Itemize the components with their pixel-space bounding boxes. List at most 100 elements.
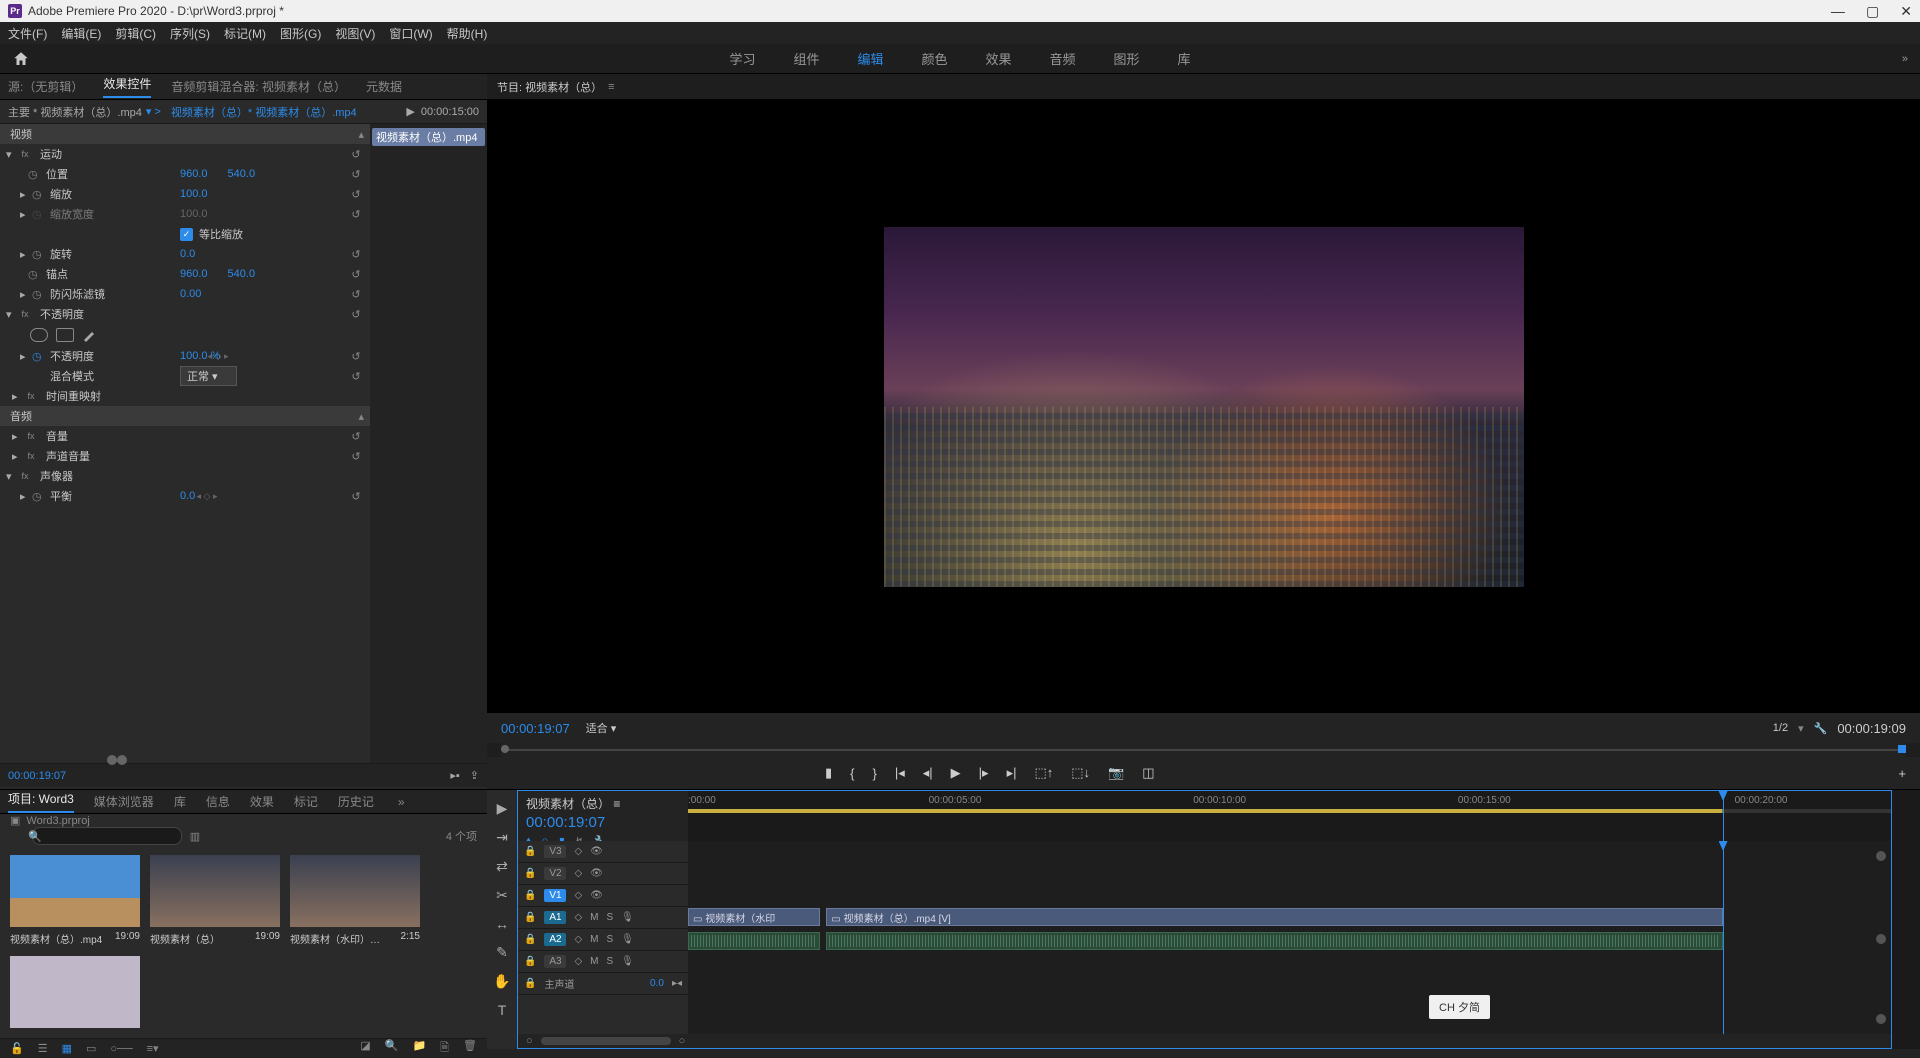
bin-icon[interactable]: ▣ [10,814,20,827]
eye-icon[interactable]: 👁 [590,890,603,901]
menu-window[interactable]: 窗口(W) [389,25,432,42]
lift-icon[interactable]: ⬚↑ [1034,765,1053,781]
tab-overflow-icon[interactable]: » [398,795,405,809]
stopwatch-icon[interactable]: ◷ [32,350,46,363]
filter-icon[interactable]: ▥ [190,830,200,843]
fx-opacity-section[interactable]: 不透明度 [40,306,84,322]
caret-icon[interactable] [20,208,32,221]
menu-sequence[interactable]: 序列(S) [170,25,210,42]
mask-pen-icon[interactable] [82,328,100,342]
caret-icon[interactable] [20,490,32,503]
mark-in-icon[interactable]: { [850,766,854,781]
pen-tool-icon[interactable]: ✎ [496,944,508,961]
toggle-output-icon[interactable]: ◇ [574,868,582,879]
tab-metadata[interactable]: 元数据 [366,78,402,95]
solo-icon[interactable]: S [607,934,614,945]
tab-libraries[interactable]: 库 [174,793,186,810]
playhead[interactable] [1723,791,1724,841]
close-button[interactable]: ✕ [1900,3,1912,19]
tab-editing[interactable]: 编辑 [857,49,883,68]
uniform-checkbox[interactable]: ✓ [180,228,193,241]
menu-graphics[interactable]: 图形(G) [280,25,321,42]
antiflicker-value[interactable]: 0.00 [180,288,201,300]
caret-icon[interactable] [20,288,32,301]
blend-mode-select[interactable]: 正常 ▾ [180,366,237,386]
fx-channel-volume[interactable]: 声道音量 [46,448,90,464]
home-icon[interactable] [12,50,30,68]
item-thumbnail[interactable] [290,855,420,927]
go-to-out-icon[interactable]: ▸| [1007,765,1017,781]
toggle-output-icon[interactable]: ◇ [574,934,582,945]
tab-libraries[interactable]: 库 [1178,49,1191,68]
scale-value[interactable]: 100.0 [180,188,208,200]
fx-motion[interactable]: 运动 [40,146,62,162]
program-tc-left[interactable]: 00:00:19:07 [501,721,570,736]
razor-tool-icon[interactable]: ✂ [496,887,508,904]
video-clip[interactable]: ▭ 视频素材（水印 [688,908,820,926]
timeline-zoom[interactable]: ○○ [518,1034,1891,1048]
solo-icon[interactable]: S [607,912,614,923]
play-icon[interactable]: ▶ [951,765,961,781]
tab-markers[interactable]: 标记 [294,793,318,810]
anchor-y[interactable]: 540.0 [228,268,256,280]
lock-icon[interactable]: 🔒 [524,956,536,967]
hand-tool-icon[interactable]: ✋ [493,973,510,990]
collapse-icon[interactable]: ▴ [358,128,364,141]
fx-volume[interactable]: 音量 [46,428,68,444]
ripple-tool-icon[interactable]: ⇄ [496,858,508,875]
fx-footer-timecode[interactable]: 00:00:19:07 [8,770,66,782]
caret-icon[interactable] [20,350,32,363]
toggle-output-icon[interactable]: ◇ [574,912,582,923]
slip-tool-icon[interactable]: ↔ [495,916,509,932]
tab-effect-controls[interactable]: 效果控件 [103,75,151,98]
button-editor-icon[interactable]: + [1898,766,1906,781]
video-clip[interactable]: ▭ 视频素材（总）.mp4 [V] [826,908,1722,926]
tab-source[interactable]: 源:（无剪辑） [8,78,83,95]
fx-badge-icon[interactable]: fx [18,148,32,160]
program-scrubber[interactable] [501,743,1906,757]
zoom-select[interactable]: 适合 ▾ [586,720,617,736]
menu-help[interactable]: 帮助(H) [447,25,488,42]
voice-icon[interactable]: 🎙 [621,956,634,967]
collapse-icon[interactable]: ▴ [358,410,364,423]
page-indicator[interactable]: 1/2 [1773,722,1788,734]
solo-icon[interactable]: S [607,956,614,967]
timeline-ruler[interactable]: :00:00 00:00:05:00 00:00:10:00 00:00:15:… [688,791,1891,841]
tab-effects[interactable]: 效果 [986,49,1012,68]
track-v3[interactable]: V3 [544,845,566,858]
comparison-icon[interactable]: ◫ [1142,765,1154,781]
stopwatch-icon[interactable]: ◷ [28,268,42,281]
fx-footer-icon[interactable]: ▸▪ [450,769,459,782]
opacity-value[interactable]: 100.0 % [180,350,220,362]
lock-icon[interactable]: 🔒 [524,912,536,923]
extract-icon[interactable]: ⬚↓ [1071,765,1090,781]
tab-audio[interactable]: 音频 [1050,49,1076,68]
add-marker-icon[interactable]: ▮ [825,765,832,781]
lock-icon[interactable]: 🔒 [524,978,536,989]
lock-icon[interactable]: 🔒 [524,846,536,857]
keyframe-nav[interactable]: ◂ ◇ ▸ [197,491,218,502]
tab-audio-mixer[interactable]: 音频剪辑混合器: 视频素材（总） [171,78,346,95]
sequence-timecode[interactable]: 00:00:19:07 [526,814,680,831]
caret-icon[interactable] [12,390,24,403]
tab-effects-panel[interactable]: 效果 [250,793,274,810]
export-frame-icon[interactable]: 📷 [1108,765,1124,781]
caret-icon[interactable] [20,248,32,261]
track-master[interactable]: 主声道 [544,976,574,991]
fx-badge-icon[interactable]: fx [24,430,38,442]
tab-graphics[interactable]: 图形 [1114,49,1140,68]
vertical-scrollbar[interactable] [1879,851,1883,1024]
balance-value[interactable]: 0.0 [180,490,195,502]
caret-icon[interactable] [20,188,32,201]
stopwatch-icon[interactable]: ◷ [32,288,46,301]
project-item[interactable] [10,956,140,1028]
stopwatch-icon[interactable]: ◷ [32,248,46,261]
reset-icon[interactable]: ↺ [348,308,364,321]
menu-view[interactable]: 视图(V) [335,25,375,42]
eye-icon[interactable]: 👁 [590,846,603,857]
reset-icon[interactable]: ↺ [348,288,364,301]
step-back-icon[interactable]: ◂| [923,765,933,781]
project-item[interactable]: 视频素材（水印）…2:15 [290,855,420,946]
reset-icon[interactable]: ↺ [348,268,364,281]
position-x[interactable]: 960.0 [180,168,208,180]
